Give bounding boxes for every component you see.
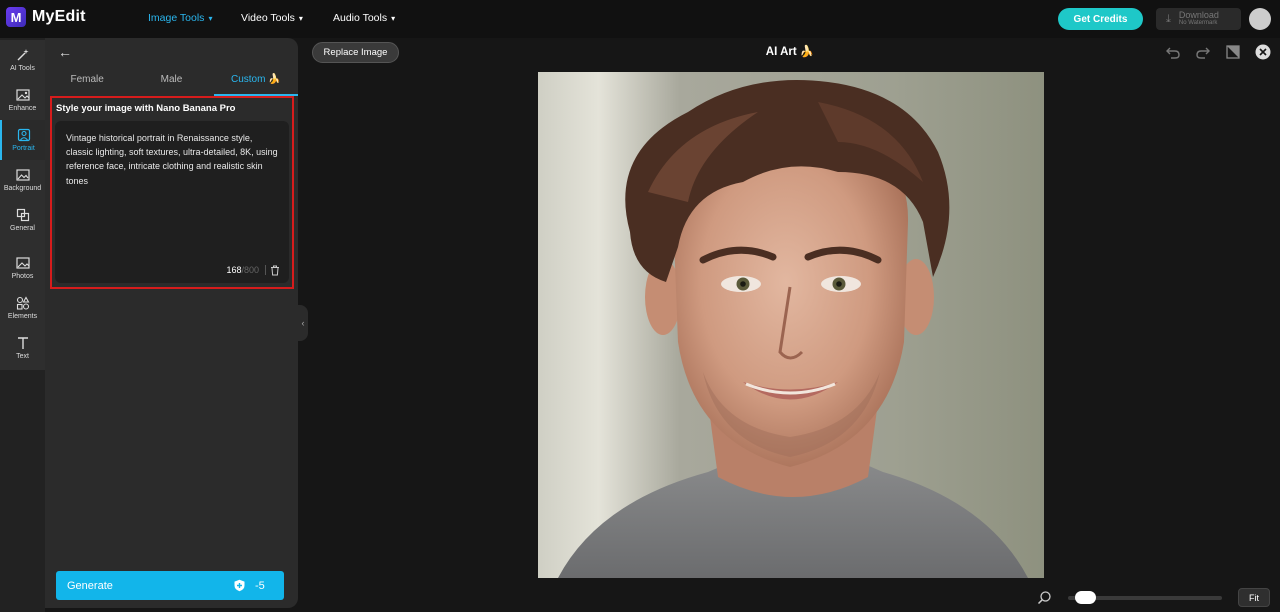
rail-label: Background [3,185,42,192]
rail-item-text[interactable]: Text [0,328,45,368]
prompt-title: Style your image with Nano Banana Pro [56,103,236,114]
elements-icon [16,296,29,310]
chevron-down-icon: ▾ [208,13,213,23]
general-icon [16,208,29,222]
portrait-image [538,72,1044,578]
tab-male[interactable]: Male [129,70,213,96]
zoom-icon[interactable] [1037,590,1052,605]
download-label: Download [1178,10,1219,20]
prompt-text[interactable]: Vintage historical portrait in Renaissan… [66,131,280,188]
tab-custom[interactable]: Custom 🍌 [213,70,298,96]
tab-female[interactable]: Female [45,70,129,96]
logo-mark: M [6,7,26,27]
background-icon [15,169,30,181]
collapse-panel-button[interactable]: ‹ [298,305,308,341]
char-count: 168 [226,265,242,275]
trash-icon[interactable] [270,265,280,276]
text-icon [17,337,28,349]
magic-wand-icon [17,49,29,61]
char-counter: 168/800 [226,265,259,275]
zoom-slider-handle[interactable] [1074,591,1096,604]
rail-label: Text [16,353,29,360]
nav-video-tools-label: Video Tools [241,12,295,24]
close-icon[interactable] [1255,44,1271,60]
generate-label: Generate [67,579,113,592]
rail-label: Elements [7,313,38,320]
rail-item-background[interactable]: Background [0,160,45,200]
page-title: AI Art 🍌 [765,46,815,58]
rail-label: Enhance [8,105,37,112]
redo-icon[interactable] [1195,44,1211,60]
back-arrow-icon[interactable]: ← [58,44,72,60]
top-bar: M MyEdit Image Tools ▾ Video Tools ▾ Aud… [0,0,1280,38]
generate-cost: -5 [255,579,265,592]
divider [265,265,266,275]
nav-audio-tools[interactable]: Audio Tools ▾ [333,12,395,24]
rail-item-photos[interactable]: Photos [0,248,45,288]
rail-label: AI Tools [10,65,35,72]
undo-icon[interactable] [1165,44,1181,60]
nav-video-tools[interactable]: Video Tools ▾ [241,12,303,24]
replace-image-button[interactable]: Replace Image [312,42,399,63]
download-button[interactable]: ⤓ Download No Watermark [1156,8,1241,30]
chevron-left-icon: ‹ [301,318,305,328]
download-icon: ⤓ [1166,12,1171,25]
rail-label: Portrait [12,145,35,152]
gender-tabs: Female Male Custom 🍌 [45,70,298,96]
prompt-highlight-box: Style your image with Nano Banana Pro Vi… [50,96,294,289]
char-max: /800 [241,265,259,275]
rail-item-ai-tools[interactable]: AI Tools [0,40,45,80]
rail-item-elements[interactable]: Elements [0,288,45,328]
nav-image-tools[interactable]: Image Tools ▾ [148,12,212,24]
chevron-down-icon: ▾ [298,13,303,23]
rail-label: General [10,225,35,232]
rail-group-tools: AI Tools Enhance Portrait Background Gen… [0,40,45,240]
rail-item-general[interactable]: General [0,200,45,240]
nav-image-tools-label: Image Tools [148,12,205,24]
get-credits-button[interactable]: Get Credits [1058,8,1143,30]
enhance-image-icon [15,89,30,101]
compare-icon[interactable] [1225,44,1241,60]
logo[interactable]: M MyEdit [6,7,86,27]
rail-label: Photos [11,273,34,280]
app-name: MyEdit [32,8,86,25]
prompt-textarea[interactable]: Vintage historical portrait in Renaissan… [55,121,289,283]
nav-audio-tools-label: Audio Tools [333,12,388,24]
chevron-down-icon: ▾ [391,13,396,23]
rail-group-assets: Photos Elements Text [0,240,45,370]
style-panel: ← Female Male Custom 🍌 Style your image … [45,38,298,608]
fit-button[interactable]: Fit [1238,588,1270,607]
rail-item-enhance[interactable]: Enhance [0,80,45,120]
download-sublabel: No Watermark [1178,20,1218,26]
rail-item-portrait[interactable]: Portrait [0,120,45,160]
tool-rail: AI Tools Enhance Portrait Background Gen… [0,38,45,612]
credit-shield-icon [234,579,245,592]
avatar[interactable] [1249,8,1271,30]
generate-button[interactable]: Generate -5 [56,571,284,600]
portrait-icon [17,128,30,142]
photos-icon [15,257,30,269]
